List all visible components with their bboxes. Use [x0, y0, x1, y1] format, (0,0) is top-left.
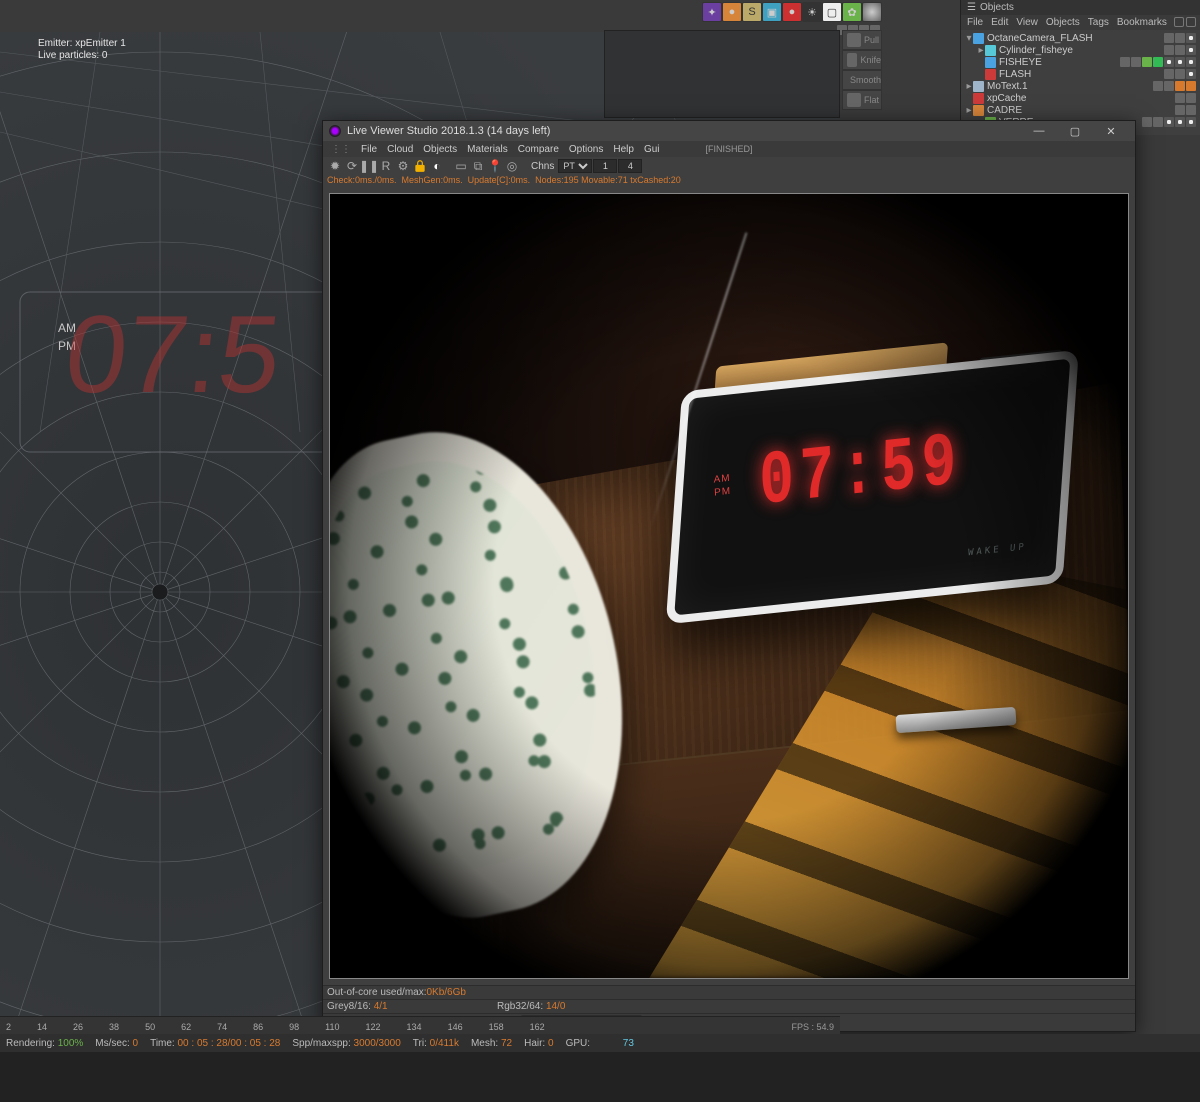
tree-row[interactable]: FISHEYE: [961, 56, 1200, 68]
lvs-menu-cloud[interactable]: Cloud: [387, 144, 413, 155]
focus-icon[interactable]: ◎: [504, 158, 520, 174]
num-a-input[interactable]: [593, 159, 617, 173]
objects-panel-menu: File Edit View Objects Tags Bookmarks: [961, 15, 1200, 30]
lvs-menu-file[interactable]: File: [361, 144, 377, 155]
lvs-perfline: Check:0ms./0ms. MeshGen:0ms. Update[C]:0…: [323, 175, 1135, 187]
side-tool-column: Pull Knife Smooth Flat: [842, 30, 882, 110]
app-icon: [329, 125, 341, 137]
menu-file[interactable]: File: [967, 17, 983, 28]
menu-bookmarks[interactable]: Bookmarks: [1117, 17, 1167, 28]
num-b-input[interactable]: [618, 159, 642, 173]
rendered-scene: AM PM 07:59 WAKE UP: [330, 194, 1128, 978]
pin-icon[interactable]: 📍: [487, 158, 503, 174]
tool-pull[interactable]: Pull: [842, 30, 882, 50]
pause-icon[interactable]: ❚❚: [361, 158, 377, 174]
menu-tags[interactable]: Tags: [1088, 17, 1109, 28]
sphere-icon[interactable]: [862, 2, 882, 22]
tree-row[interactable]: ▸Cylinder_fisheye: [961, 44, 1200, 56]
window-title: Live Viewer Studio 2018.1.3 (14 days lef…: [347, 125, 550, 137]
fps-label: FPS : 54.9: [791, 1022, 834, 1032]
pm-label: PM: [714, 485, 731, 500]
channels-select[interactable]: PT: [558, 159, 592, 173]
live-viewer-window: Live Viewer Studio 2018.1.3 (14 days lef…: [322, 120, 1136, 1032]
lvs-canvas-wrap: AM PM 07:59 WAKE UP: [323, 187, 1135, 985]
s-icon[interactable]: S: [742, 2, 762, 22]
tool-knife[interactable]: Knife: [842, 50, 882, 70]
emitter-label: Emitter: xpEmitter 1: [38, 38, 126, 49]
tree-row[interactable]: ▸CADRE: [961, 104, 1200, 116]
clock-brand: WAKE UP: [968, 542, 1027, 558]
host-top-icon-row: ✦ ● S ▣ ● ☀ ▢ ✿: [702, 2, 882, 22]
plugin-icon[interactable]: ✦: [702, 2, 722, 22]
tree-row[interactable]: ▾OctaneCamera_FLASH: [961, 32, 1200, 44]
tool-smooth[interactable]: Smooth: [842, 70, 882, 90]
secondary-viewport[interactable]: [604, 30, 840, 118]
settings-icon[interactable]: ⚙: [395, 158, 411, 174]
record-icon[interactable]: ●: [782, 2, 802, 22]
lvs-menu-objects[interactable]: Objects: [423, 144, 457, 155]
lvs-menu: ⋮⋮ File Cloud Objects Materials Compare …: [323, 141, 1135, 157]
viewport-overlay: Emitter: xpEmitter 1 Live particles: 0: [38, 38, 126, 62]
lvs-menu-gui[interactable]: Gui: [644, 144, 660, 155]
crop-icon[interactable]: ⧉: [470, 158, 486, 174]
sphere-icon[interactable]: ◐: [429, 158, 445, 174]
lvs-menu-compare[interactable]: Compare: [518, 144, 559, 155]
attribute-panel: [0, 1052, 1200, 1102]
search-icon[interactable]: [1174, 17, 1184, 27]
status-bar: Rendering: 100% Ms/sec: 0 Time: 00 : 05 …: [0, 1034, 1200, 1052]
svg-text:07:5: 07:5: [60, 293, 287, 416]
tree-row[interactable]: ▸MoText.1: [961, 80, 1200, 92]
region-icon[interactable]: ▭: [453, 158, 469, 174]
menu-objects[interactable]: Objects: [1046, 17, 1080, 28]
restart-icon[interactable]: R: [378, 158, 394, 174]
gear-icon[interactable]: ✿: [842, 2, 862, 22]
menu-view[interactable]: View: [1016, 17, 1038, 28]
tool-flat[interactable]: Flat: [842, 90, 882, 110]
eye-icon[interactable]: [1186, 17, 1196, 27]
render-finished-status: [FINISHED]: [705, 144, 752, 154]
minimize-button[interactable]: —: [1021, 121, 1057, 141]
timeline-ruler[interactable]: 21426385062748698110122134146158162 FPS …: [0, 1016, 840, 1034]
particles-label: Live particles: 0: [38, 50, 126, 61]
lvs-menu-options[interactable]: Options: [569, 144, 603, 155]
clapper-icon[interactable]: ▣: [762, 2, 782, 22]
list-icon: ☰: [967, 2, 976, 13]
chns-label: Chns: [531, 161, 554, 172]
tree-row[interactable]: FLASH: [961, 68, 1200, 80]
gear-icon[interactable]: ✹: [327, 158, 343, 174]
alarm-clock: AM PM 07:59 WAKE UP: [657, 327, 1089, 640]
lvs-menu-materials[interactable]: Materials: [467, 144, 508, 155]
refresh-icon[interactable]: ⟳: [344, 158, 360, 174]
close-button[interactable]: ✕: [1093, 121, 1129, 141]
maximize-button[interactable]: ▢: [1057, 121, 1093, 141]
menu-edit[interactable]: Edit: [991, 17, 1008, 28]
objects-panel-title: ☰ Objects: [961, 0, 1200, 15]
lvs-menu-help[interactable]: Help: [613, 144, 634, 155]
clock-time: 07:59: [758, 420, 964, 526]
lvs-titlebar[interactable]: Live Viewer Studio 2018.1.3 (14 days lef…: [323, 121, 1135, 141]
circle-icon[interactable]: ●: [722, 2, 742, 22]
sun-off-icon[interactable]: ☀: [802, 2, 822, 22]
objects-panel: ☰ Objects File Edit View Objects Tags Bo…: [960, 0, 1200, 135]
lock-icon[interactable]: [412, 158, 428, 174]
render-viewport[interactable]: AM PM 07:59 WAKE UP: [329, 193, 1129, 979]
white-icon[interactable]: ▢: [822, 2, 842, 22]
lvs-toolbar: ✹ ⟳ ❚❚ R ⚙ ◐ ▭ ⧉ 📍 ◎ Chns PT: [323, 157, 1135, 175]
tree-row[interactable]: xpCache: [961, 92, 1200, 104]
